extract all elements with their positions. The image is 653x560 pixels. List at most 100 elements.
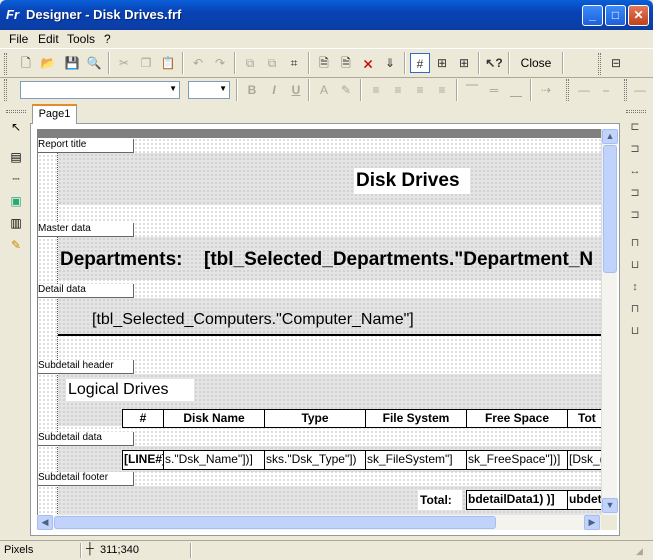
align-v-centers-icon[interactable]: ⊔	[626, 256, 644, 274]
space-v-icon[interactable]: ↕	[626, 278, 644, 296]
picture-icon[interactable]: ▣	[7, 192, 25, 210]
bold-icon[interactable]: B	[242, 80, 262, 100]
line-icon[interactable]: —	[630, 80, 650, 100]
departments-label[interactable]: Departments:	[58, 247, 194, 273]
horizontal-scrollbar[interactable]: ◀ ▶	[37, 515, 601, 530]
close-window-button[interactable]: ✕	[628, 5, 649, 26]
valign-bottom-icon[interactable]: ⎽	[506, 80, 526, 100]
col-header-num[interactable]: #	[122, 409, 164, 428]
data-cell-line[interactable]: [LINE#]	[122, 450, 164, 470]
scroll-up-button[interactable]: ▲	[602, 129, 618, 144]
footer-cell-total-sum[interactable]: ubdet	[567, 490, 601, 510]
align-left-icon[interactable]: ≡	[366, 80, 386, 100]
center-h-window-icon[interactable]: ⊐	[626, 184, 644, 202]
report-title-band[interactable]	[58, 153, 601, 205]
center-v-window-icon[interactable]: ⊓	[626, 300, 644, 318]
title-memo[interactable]: Disk Drives	[354, 168, 470, 194]
band-label-report-title[interactable]: Report title	[38, 139, 134, 153]
new-page-icon[interactable]: 🗎	[314, 53, 334, 73]
align-left-edges-icon[interactable]: ⊏	[626, 118, 644, 136]
draw-line-icon[interactable]: ✎	[7, 236, 25, 254]
col-header-disk-name[interactable]: Disk Name	[163, 409, 265, 428]
subreport-icon[interactable]: ▥	[7, 214, 25, 232]
minimize-button[interactable]: _	[582, 5, 603, 26]
col-header-file-system[interactable]: File System	[365, 409, 467, 428]
fit-grid-icon[interactable]: ⊞	[454, 53, 474, 73]
redo-icon[interactable]: ↷	[210, 53, 230, 73]
band-label-detail-data[interactable]: Detail data	[38, 284, 134, 298]
resize-grip-icon[interactable]: ◢	[636, 546, 650, 558]
italic-icon[interactable]: I	[264, 80, 284, 100]
maximize-button[interactable]: □	[605, 5, 626, 26]
send-back-icon[interactable]: ⧉	[262, 53, 282, 73]
paste-icon[interactable]: 📋	[158, 53, 178, 73]
font-color-icon[interactable]: A	[314, 80, 334, 100]
align-center-icon[interactable]: ≡	[388, 80, 408, 100]
rotate-text-icon[interactable]: ⇢	[536, 80, 556, 100]
band-icon[interactable]: ┈	[7, 170, 25, 188]
total-label[interactable]: Total:	[418, 490, 462, 510]
space-h-icon[interactable]: ↔	[626, 162, 644, 180]
memo-icon[interactable]: ▤	[7, 148, 25, 166]
justify-icon[interactable]: ≡	[432, 80, 452, 100]
menu-edit[interactable]: Edit	[38, 32, 59, 46]
data-cell-type[interactable]: sks."Dsk_Type"])	[264, 450, 366, 470]
data-cell-file-system[interactable]: sk_FileSystem"]	[365, 450, 467, 470]
align-h-centers-icon[interactable]: ⊐	[626, 140, 644, 158]
valign-top-icon[interactable]: ⎺	[462, 80, 482, 100]
align-grid-icon[interactable]: ⊞	[432, 53, 452, 73]
highlight-icon[interactable]: ✎	[336, 80, 356, 100]
align-bottom-edges-icon[interactable]: ⊔	[626, 322, 644, 340]
scroll-left-button[interactable]: ◀	[37, 515, 53, 530]
new-icon[interactable]: 🗋	[16, 53, 36, 73]
font-name-combo[interactable]: ▼	[20, 81, 180, 99]
new-dialog-icon[interactable]: 🗎	[336, 53, 356, 73]
undo-icon[interactable]: ↶	[188, 53, 208, 73]
department-field[interactable]: [tbl_Selected_Departments."Department_N	[202, 247, 601, 273]
grid-icon[interactable]: #	[410, 53, 430, 73]
cut-icon[interactable]: ✂	[114, 53, 134, 73]
col-header-free-space[interactable]: Free Space	[466, 409, 568, 428]
underline-icon[interactable]: U	[286, 80, 306, 100]
align-top-edges-icon[interactable]: ⊓	[626, 234, 644, 252]
col-header-type[interactable]: Type	[264, 409, 366, 428]
logical-drives-memo[interactable]: Logical Drives	[66, 379, 194, 401]
col-header-total[interactable]: Tot	[567, 409, 601, 428]
scroll-down-button[interactable]: ▼	[602, 498, 618, 513]
data-cell-total[interactable]: [Dsk_(	[567, 450, 601, 470]
preview-icon[interactable]: 🔍	[84, 53, 104, 73]
page-setup-icon[interactable]: ⇓	[380, 53, 400, 73]
menu-file[interactable]: File	[9, 32, 28, 46]
group-icon[interactable]: ⌗	[284, 53, 304, 73]
vertical-scroll-thumb[interactable]	[603, 145, 617, 273]
close-button[interactable]: Close	[514, 53, 558, 73]
select-arrow-icon[interactable]: ↖	[7, 118, 25, 136]
band-label-master-data[interactable]: Master data	[38, 223, 134, 237]
open-icon[interactable]: 📂	[38, 53, 58, 73]
object-inspector-icon[interactable]: ⊟	[606, 53, 626, 73]
data-cell-disk-name[interactable]: s."Dsk_Name"])]	[163, 450, 265, 470]
band-label-subdetail-header[interactable]: Subdetail header	[38, 360, 134, 374]
frame-width-icon[interactable]: ⎯	[596, 80, 616, 100]
menu-help[interactable]: ?	[104, 32, 111, 46]
bring-front-icon[interactable]: ⧉	[240, 53, 260, 73]
font-size-combo[interactable]: ▼	[188, 81, 230, 99]
scroll-right-button[interactable]: ▶	[584, 515, 600, 530]
help-pointer-icon[interactable]: ↖?	[484, 53, 504, 73]
align-right-icon[interactable]: ≡	[410, 80, 430, 100]
save-icon[interactable]: 💾	[62, 53, 82, 73]
align-right-edges-icon[interactable]: ⊐	[626, 206, 644, 224]
data-cell-free-space[interactable]: sk_FreeSpace"])]	[466, 450, 568, 470]
band-label-subdetail-footer[interactable]: Subdetail footer	[38, 472, 134, 486]
frame-line-icon[interactable]: —	[574, 80, 594, 100]
delete-page-icon[interactable]: 🗙	[358, 53, 378, 73]
horizontal-scroll-thumb[interactable]	[54, 516, 496, 529]
tab-page1[interactable]: Page1	[32, 104, 77, 124]
vertical-scrollbar[interactable]: ▲ ▼	[601, 129, 618, 515]
computer-name-field[interactable]: [tbl_Selected_Computers."Computer_Name"]	[90, 308, 456, 332]
footer-cell-free-space-sum[interactable]: bdetailData1) )]	[466, 490, 568, 510]
copy-icon[interactable]: ❐	[136, 53, 156, 73]
menu-tools[interactable]: Tools	[67, 32, 95, 46]
report-canvas[interactable]: Report title Disk Drives Master data Dep…	[37, 129, 601, 515]
valign-center-icon[interactable]: ═	[484, 80, 504, 100]
